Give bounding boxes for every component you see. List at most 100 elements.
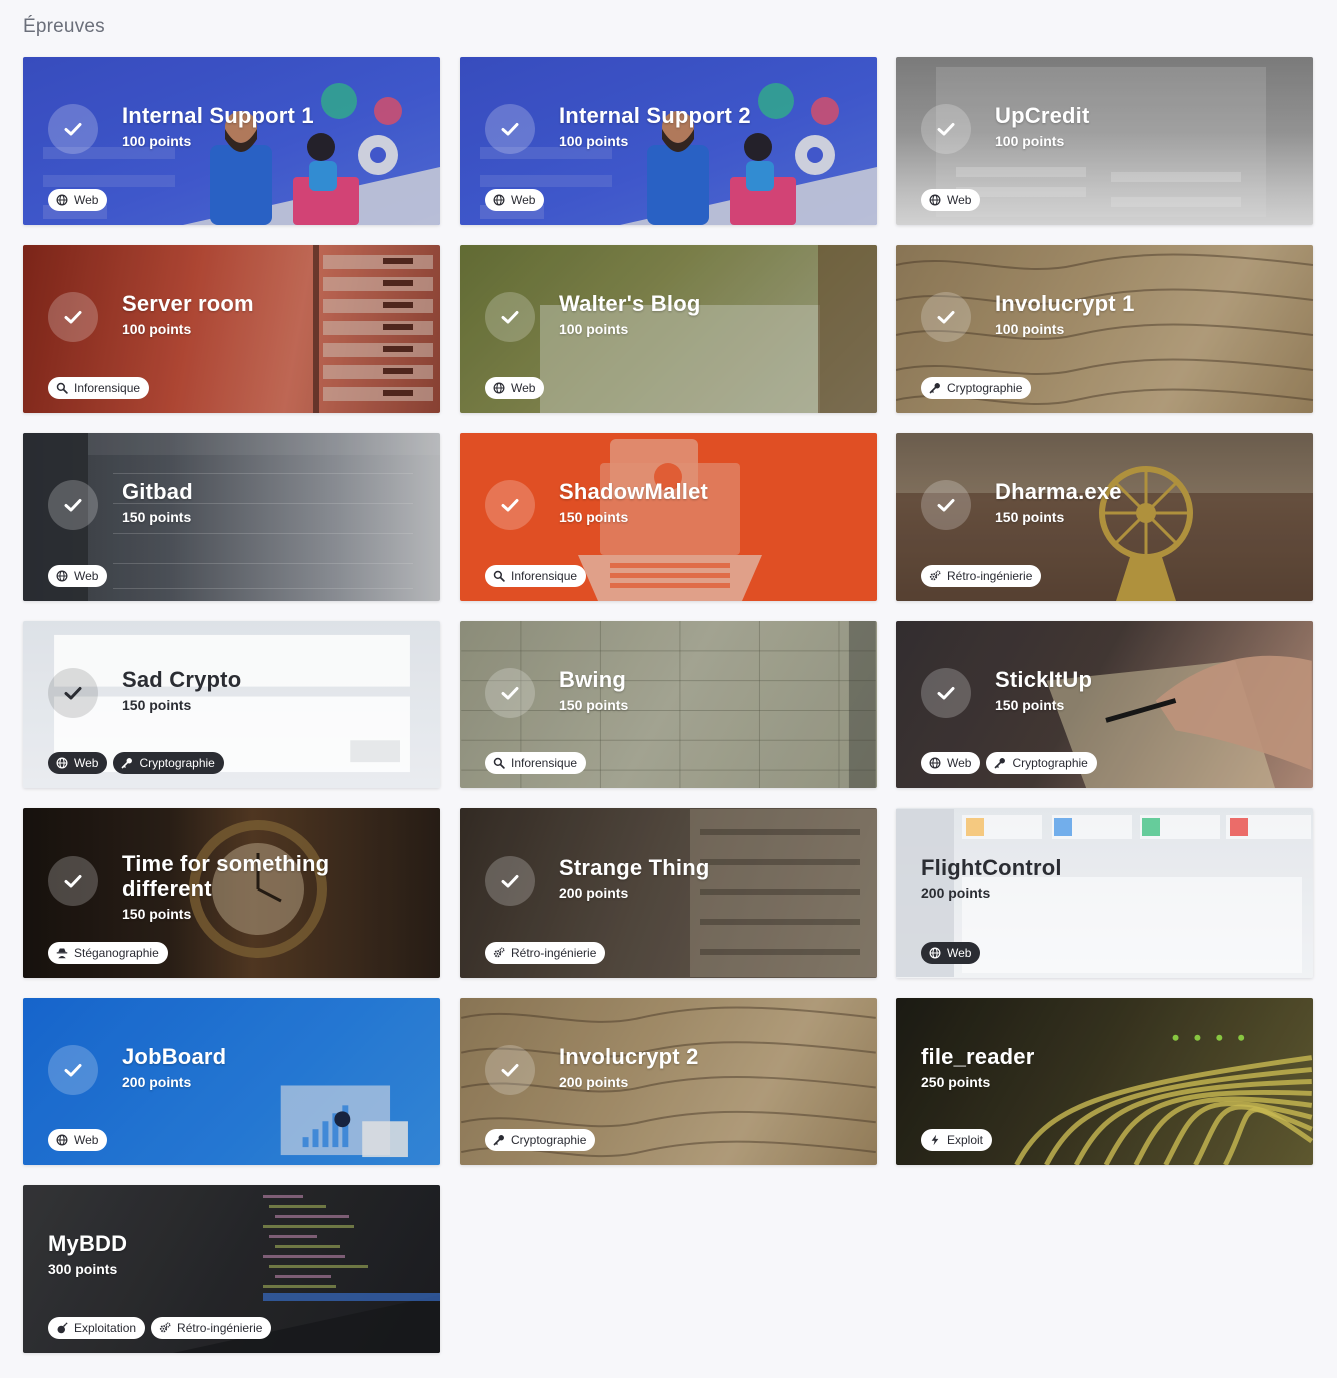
card-info: Internal Support 1 100 points: [122, 103, 412, 149]
card-title: Walter's Blog: [559, 291, 701, 316]
solved-check-icon: [48, 104, 98, 154]
solved-check-icon: [485, 480, 535, 530]
spy-icon: [56, 947, 68, 959]
search-icon: [493, 757, 505, 769]
card-points: 200 points: [921, 885, 991, 901]
category-tag: Cryptographie: [986, 752, 1097, 774]
category-tag: Web: [485, 189, 545, 211]
card-tags: Cryptographie: [921, 377, 1032, 399]
challenge-card-flightcontrol[interactable]: FlightControl 200 points Web: [896, 808, 1313, 978]
card-points: 150 points: [122, 906, 192, 922]
gears-icon: [929, 570, 941, 582]
challenge-card-jobboard[interactable]: JobBoard 200 points Web: [23, 998, 440, 1165]
category-tag: Web: [921, 752, 981, 774]
key-icon: [493, 1134, 505, 1146]
card-tags: Rétro-ingénierie: [921, 565, 1042, 587]
category-tag: Exploitation: [48, 1317, 146, 1339]
card-points: 200 points: [122, 1074, 192, 1090]
category-tag-label: Cryptographie: [511, 1133, 587, 1147]
globe-icon: [56, 1134, 68, 1146]
card-info: Walter's Blog 100 points: [559, 291, 849, 337]
globe-icon: [929, 194, 941, 206]
challenge-card-internal-support-2[interactable]: Internal Support 2 100 points Web: [460, 57, 877, 225]
category-tag-label: Inforensique: [511, 569, 578, 583]
card-points: 100 points: [122, 321, 192, 337]
card-info: Dharma.exe 150 points: [995, 479, 1285, 525]
category-tag-label: Exploit: [947, 1133, 984, 1147]
solved-check-icon: [921, 668, 971, 718]
globe-icon: [56, 757, 68, 769]
challenge-card-involucrypt-2[interactable]: Involucrypt 2 200 points Cryptographie: [460, 998, 877, 1165]
challenge-card-shadowmallet[interactable]: ShadowMallet 150 points Inforensique: [460, 433, 877, 601]
solved-check-icon: [485, 856, 535, 906]
challenge-card-involucrypt-1[interactable]: Involucrypt 1 100 points Cryptographie: [896, 245, 1313, 413]
card-points: 100 points: [559, 321, 629, 337]
category-tag-label: Exploitation: [74, 1321, 137, 1335]
gears-icon: [159, 1322, 171, 1334]
solved-check-icon: [485, 292, 535, 342]
category-tag-label: Rétro-ingénierie: [511, 946, 597, 960]
challenge-card-dharma-exe[interactable]: Dharma.exe 150 points Rétro-ingénierie: [896, 433, 1313, 601]
category-tag-label: Web: [74, 193, 99, 207]
solved-check-icon: [921, 480, 971, 530]
card-title: Dharma.exe: [995, 479, 1122, 504]
challenge-card-gitbad[interactable]: Gitbad 150 points Web: [23, 433, 440, 601]
challenge-card-upcredit[interactable]: UpCredit 100 points Web: [896, 57, 1313, 225]
category-tag-label: Web: [74, 1133, 99, 1147]
card-tags: Web: [921, 942, 981, 964]
challenge-card-server-room[interactable]: Server room 100 points Inforensique: [23, 245, 440, 413]
category-tag: Inforensique: [485, 752, 587, 774]
card-tags: Web: [485, 189, 545, 211]
card-info: JobBoard 200 points: [122, 1044, 412, 1090]
challenge-card-internal-support-1[interactable]: Internal Support 1 100 points Web: [23, 57, 440, 225]
category-tag-label: Cryptographie: [947, 381, 1023, 395]
card-points: 200 points: [559, 885, 629, 901]
card-points: 100 points: [995, 133, 1065, 149]
category-tag-label: Web: [511, 193, 536, 207]
card-info: StickItUp 150 points: [995, 667, 1285, 713]
card-info: FlightControl 200 points: [921, 855, 1281, 901]
globe-icon: [493, 194, 505, 206]
bomb-icon: [56, 1322, 68, 1334]
card-info: Bwing 150 points: [559, 667, 849, 713]
challenge-card-sad-crypto[interactable]: Sad Crypto 150 points Web Cryptographie: [23, 621, 440, 788]
card-title: Internal Support 2: [559, 103, 751, 128]
card-points: 250 points: [921, 1074, 991, 1090]
category-tag: Web: [48, 189, 108, 211]
category-tag: Stéganographie: [48, 942, 168, 964]
challenge-card-file-reader[interactable]: file_reader 250 points Exploit: [896, 998, 1313, 1165]
card-points: 200 points: [559, 1074, 629, 1090]
key-icon: [994, 757, 1006, 769]
card-title: Involucrypt 2: [559, 1044, 699, 1069]
challenge-card-walter-s-blog[interactable]: Walter's Blog 100 points Web: [460, 245, 877, 413]
category-tag-label: Inforensique: [74, 381, 141, 395]
card-title: UpCredit: [995, 103, 1090, 128]
category-tag-label: Web: [511, 381, 536, 395]
category-tag: Cryptographie: [921, 377, 1032, 399]
card-tags: Web Cryptographie: [48, 752, 224, 774]
category-tag: Web: [485, 377, 545, 399]
category-tag: Cryptographie: [485, 1129, 596, 1151]
card-info: file_reader 250 points: [921, 1044, 1281, 1090]
challenge-card-stickitup[interactable]: StickItUp 150 points Web Cryptographie: [896, 621, 1313, 788]
card-tags: Inforensique: [485, 565, 587, 587]
category-tag-label: Web: [947, 946, 972, 960]
challenge-card-bwing[interactable]: Bwing 150 points Inforensique: [460, 621, 877, 788]
card-title: file_reader: [921, 1044, 1035, 1069]
challenge-card-strange-thing[interactable]: Strange Thing 200 points Rétro-ingénierie: [460, 808, 877, 978]
card-info: ShadowMallet 150 points: [559, 479, 849, 525]
card-tags: Exploitation Rétro-ingénierie: [48, 1317, 272, 1339]
card-points: 150 points: [122, 509, 192, 525]
card-tags: Inforensique: [48, 377, 150, 399]
category-tag: Rétro-ingénierie: [151, 1317, 272, 1339]
card-points: 150 points: [995, 697, 1065, 713]
card-tags: Exploit: [921, 1129, 993, 1151]
card-points: 100 points: [559, 133, 629, 149]
challenge-card-time-for-something-different[interactable]: Time for something different 150 points St…: [23, 808, 440, 978]
card-title: MyBDD: [48, 1231, 128, 1256]
challenge-card-mybdd[interactable]: MyBDD 300 points Exploitation Rétro-ingénie…: [23, 1185, 440, 1353]
solved-check-icon: [48, 856, 98, 906]
card-title: Server room: [122, 291, 254, 316]
card-info: Sad Crypto 150 points: [122, 667, 412, 713]
gears-icon: [493, 947, 505, 959]
